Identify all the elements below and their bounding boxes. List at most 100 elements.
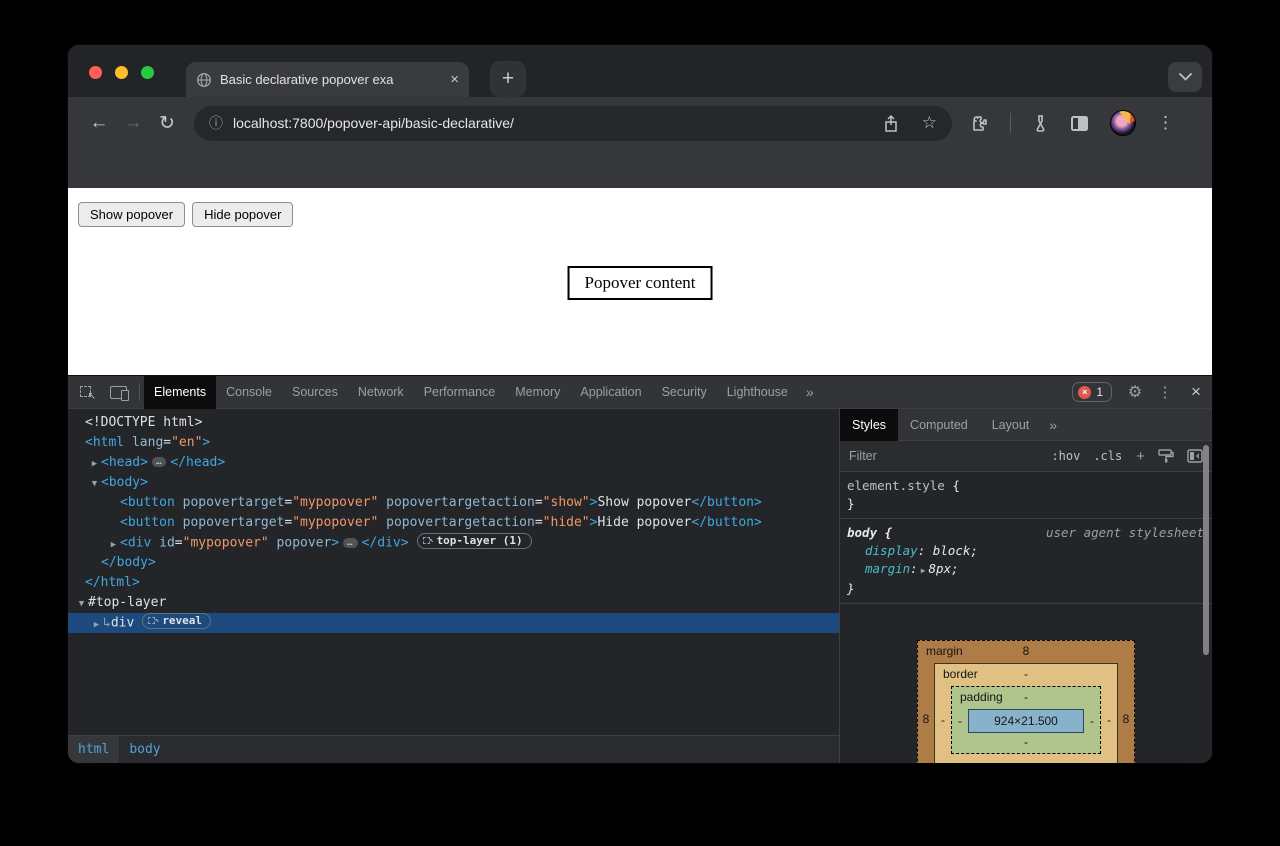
- globe-favicon-icon: [196, 72, 212, 88]
- paint-roller-icon[interactable]: [1158, 449, 1174, 463]
- share-icon[interactable]: [884, 115, 898, 132]
- styles-scrollbar-thumb[interactable]: [1203, 445, 1209, 655]
- elements-tree-pane: <!DOCTYPE html> <html lang="en"> ▶<head>…: [68, 409, 840, 763]
- devtools-settings-gear-icon[interactable]: ⚙: [1120, 382, 1150, 402]
- styles-filter-input[interactable]: Filter: [849, 449, 877, 463]
- styles-filter-row: Filter :hov .cls +: [840, 441, 1212, 472]
- box-model-border[interactable]: border - - padding -: [934, 663, 1118, 763]
- stylesheet-origin: user agent stylesheet: [892, 524, 1204, 542]
- box-model-diagram[interactable]: margin 8 8 border - -: [917, 640, 1135, 763]
- maximize-window-button[interactable]: [141, 66, 154, 79]
- error-count-badge[interactable]: × 1: [1072, 382, 1112, 402]
- tree-line-head[interactable]: ▶<head>…</head>: [68, 453, 839, 473]
- collapse-arrow-icon[interactable]: ▼: [75, 594, 88, 614]
- expand-arrow-icon[interactable]: ▶: [918, 566, 929, 575]
- tree-line-hide-button[interactable]: <button popovertarget="mypopover" popove…: [68, 513, 839, 533]
- expand-arrow-icon[interactable]: ▶: [90, 615, 103, 635]
- devtools-tab-lighthouse[interactable]: Lighthouse: [717, 376, 798, 409]
- address-bar[interactable]: ⓘ localhost:7800/popover-api/basic-decla…: [194, 106, 952, 141]
- more-tabs-icon[interactable]: »: [798, 384, 822, 400]
- tab-styles[interactable]: Styles: [840, 409, 898, 441]
- devtools-panel: ↖ Elements Console Sources Network Perfo…: [68, 375, 1212, 763]
- devtools-tab-sources[interactable]: Sources: [282, 376, 348, 409]
- tree-line-html[interactable]: <html lang="en">: [68, 433, 839, 453]
- reveal-badge[interactable]: ↖reveal: [142, 613, 211, 629]
- styles-tabs: Styles Computed Layout »: [840, 409, 1212, 441]
- devtools-close-icon[interactable]: ×: [1180, 382, 1212, 402]
- devtools-tab-security[interactable]: Security: [652, 376, 717, 409]
- devtools-tab-application[interactable]: Application: [570, 376, 651, 409]
- devtools-tab-console[interactable]: Console: [216, 376, 282, 409]
- toggle-class-button[interactable]: .cls: [1093, 449, 1122, 463]
- devtools-tab-memory[interactable]: Memory: [505, 376, 570, 409]
- tree-line-body[interactable]: ▼<body>: [68, 473, 839, 493]
- device-toolbar-icon[interactable]: [110, 386, 127, 399]
- box-model-content[interactable]: 924×21.500: [968, 709, 1084, 733]
- rule-selector: body {: [847, 524, 892, 542]
- box-model-margin[interactable]: margin 8 8 border - -: [917, 640, 1135, 763]
- body-user-agent-rule[interactable]: body { user agent stylesheet display: bl…: [840, 519, 1212, 604]
- css-property-margin[interactable]: margin:▶8px;: [847, 560, 1212, 580]
- expand-arrow-icon[interactable]: ▶: [107, 535, 120, 555]
- return-arrow-icon: ↳: [103, 616, 111, 631]
- window-controls: [89, 66, 154, 79]
- tree-line-top-layer[interactable]: ▼#top-layer: [68, 593, 839, 613]
- minimize-window-button[interactable]: [115, 66, 128, 79]
- forward-button[interactable]: →: [116, 112, 150, 134]
- expand-arrow-icon[interactable]: ▶: [88, 454, 101, 474]
- tab-search-button[interactable]: [1168, 62, 1202, 92]
- devtools-tab-elements[interactable]: Elements: [144, 376, 216, 409]
- url-text[interactable]: localhost:7800/popover-api/basic-declara…: [233, 115, 514, 131]
- experiments-flask-icon[interactable]: [1032, 114, 1049, 132]
- tree-line-body-close[interactable]: </body>: [68, 553, 839, 573]
- browser-menu-icon[interactable]: ⋮: [1157, 113, 1174, 133]
- element-style-rule[interactable]: element.style { }: [840, 472, 1212, 519]
- tab-close-icon[interactable]: ×: [450, 72, 459, 87]
- more-tabs-icon[interactable]: »: [1041, 417, 1065, 433]
- css-property-display[interactable]: display: block;: [847, 542, 1212, 560]
- toggle-hover-button[interactable]: :hov: [1051, 449, 1080, 463]
- popover-content: Popover content: [568, 266, 713, 300]
- close-window-button[interactable]: [89, 66, 102, 79]
- devtools-menu-dots-icon[interactable]: ⋮: [1150, 383, 1180, 401]
- back-button[interactable]: ←: [82, 112, 116, 134]
- tree-line-html-close[interactable]: </html>: [68, 573, 839, 593]
- toolbar-divider: [1010, 113, 1011, 133]
- tab-layout[interactable]: Layout: [980, 409, 1042, 441]
- styles-pane: Styles Computed Layout » Filter :hov .cl…: [840, 409, 1212, 763]
- top-layer-badge[interactable]: ↖top-layer (1): [417, 533, 532, 549]
- browser-window: Basic declarative popover exa × + ← → ↻ …: [68, 45, 1212, 763]
- extensions-puzzle-icon[interactable]: [970, 114, 989, 133]
- box-model-padding[interactable]: padding - - 924×21.500 - -: [951, 686, 1101, 754]
- side-panel-icon[interactable]: [1070, 115, 1089, 132]
- inspect-icon: ↖: [423, 537, 432, 546]
- devtools-toolbar: ↖ Elements Console Sources Network Perfo…: [68, 376, 1212, 409]
- devtools-tab-performance[interactable]: Performance: [414, 376, 506, 409]
- new-style-rule-button[interactable]: +: [1136, 448, 1145, 465]
- hide-popover-button[interactable]: Hide popover: [192, 202, 293, 227]
- inspect-icon: ↖: [148, 617, 157, 626]
- browser-tab[interactable]: Basic declarative popover exa ×: [186, 62, 469, 97]
- inspect-element-icon[interactable]: ↖: [79, 385, 94, 399]
- profile-avatar[interactable]: [1110, 110, 1136, 136]
- devtools-tab-network[interactable]: Network: [348, 376, 414, 409]
- dom-breadcrumbs: html body: [68, 735, 839, 763]
- ellipsis-icon[interactable]: …: [343, 538, 357, 548]
- tree-line-popover-div[interactable]: ▶<div id="mypopover" popover>…</div>↖top…: [68, 533, 839, 553]
- breadcrumb-html[interactable]: html: [68, 736, 119, 763]
- reload-button[interactable]: ↻: [150, 112, 184, 135]
- tab-computed[interactable]: Computed: [898, 409, 980, 441]
- ellipsis-icon[interactable]: …: [152, 457, 166, 467]
- site-info-icon[interactable]: ⓘ: [209, 113, 223, 133]
- tree-line-doctype[interactable]: <!DOCTYPE html>: [68, 413, 839, 433]
- tree-line-show-button[interactable]: <button popovertarget="mypopover" popove…: [68, 493, 839, 513]
- page-viewport: Show popover Hide popover Popover conten…: [68, 188, 1212, 375]
- new-tab-button[interactable]: +: [490, 61, 526, 97]
- collapse-arrow-icon[interactable]: ▼: [88, 474, 101, 494]
- toggle-sidebar-icon[interactable]: [1187, 449, 1203, 463]
- bookmark-star-icon[interactable]: ☆: [922, 113, 937, 133]
- show-popover-button[interactable]: Show popover: [78, 202, 185, 227]
- breadcrumb-body[interactable]: body: [119, 736, 170, 763]
- tree-line-top-layer-div-selected[interactable]: ▶↳div↖reveal: [68, 613, 839, 633]
- chevron-down-icon: [1179, 73, 1192, 81]
